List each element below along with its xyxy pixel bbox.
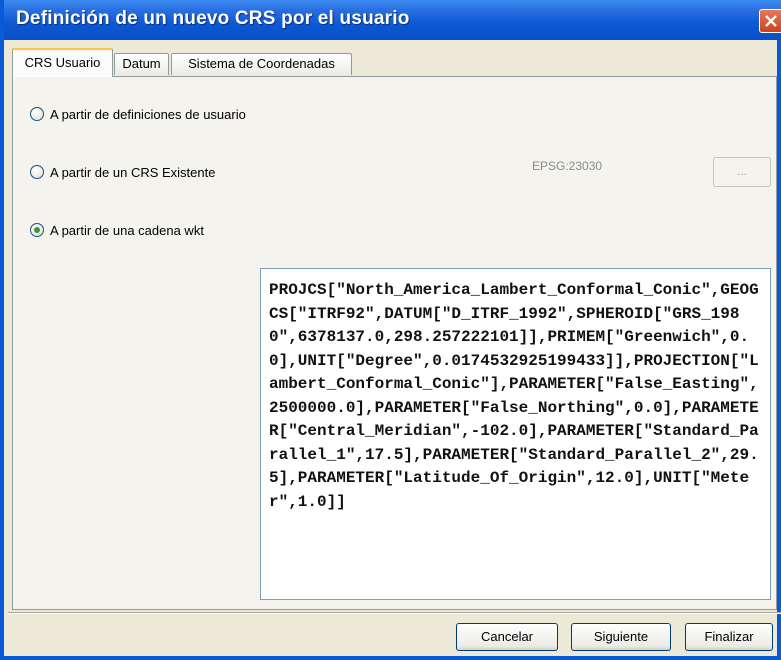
radio-button[interactable] [30,107,44,121]
tab-datum[interactable]: Datum [114,53,169,75]
window-title: Definición de un nuevo CRS por el usuari… [16,8,410,29]
option-wkt-string[interactable]: A partir de una cadena wkt [30,219,204,241]
tab-strip: CRS Usuario Datum Sistema de Coordenadas [12,48,777,77]
option-user-definitions[interactable]: A partir de definiciones de usuario [30,103,246,125]
option-label: A partir de una cadena wkt [50,222,204,238]
tab-crs-usuario[interactable]: CRS Usuario [12,48,113,77]
wkt-text-area[interactable]: PROJCS["North_America_Lambert_Conformal_… [260,268,771,600]
option-existing-crs[interactable]: A partir de un CRS Existente [30,161,215,183]
dialog-window: Definición de un nuevo CRS por el usuari… [0,0,781,660]
close-button[interactable] [759,9,781,33]
cancel-button[interactable]: Cancelar [456,623,558,651]
radio-button[interactable] [30,165,44,179]
close-icon [765,15,777,27]
tab-sistema-de-coordenadas[interactable]: Sistema de Coordenadas [171,53,352,75]
existing-crs-code: EPSG:23030 [532,159,603,173]
next-button[interactable]: Siguiente [571,623,671,651]
option-label: A partir de un CRS Existente [50,164,216,180]
button-separator [8,612,781,614]
title-bar[interactable]: Definición de un nuevo CRS por el usuari… [4,0,781,40]
browse-crs-button[interactable]: ... [713,157,771,187]
radio-button-selected[interactable] [30,223,44,237]
option-label: A partir de definiciones de usuario [50,106,246,122]
finish-button[interactable]: Finalizar [685,623,773,651]
